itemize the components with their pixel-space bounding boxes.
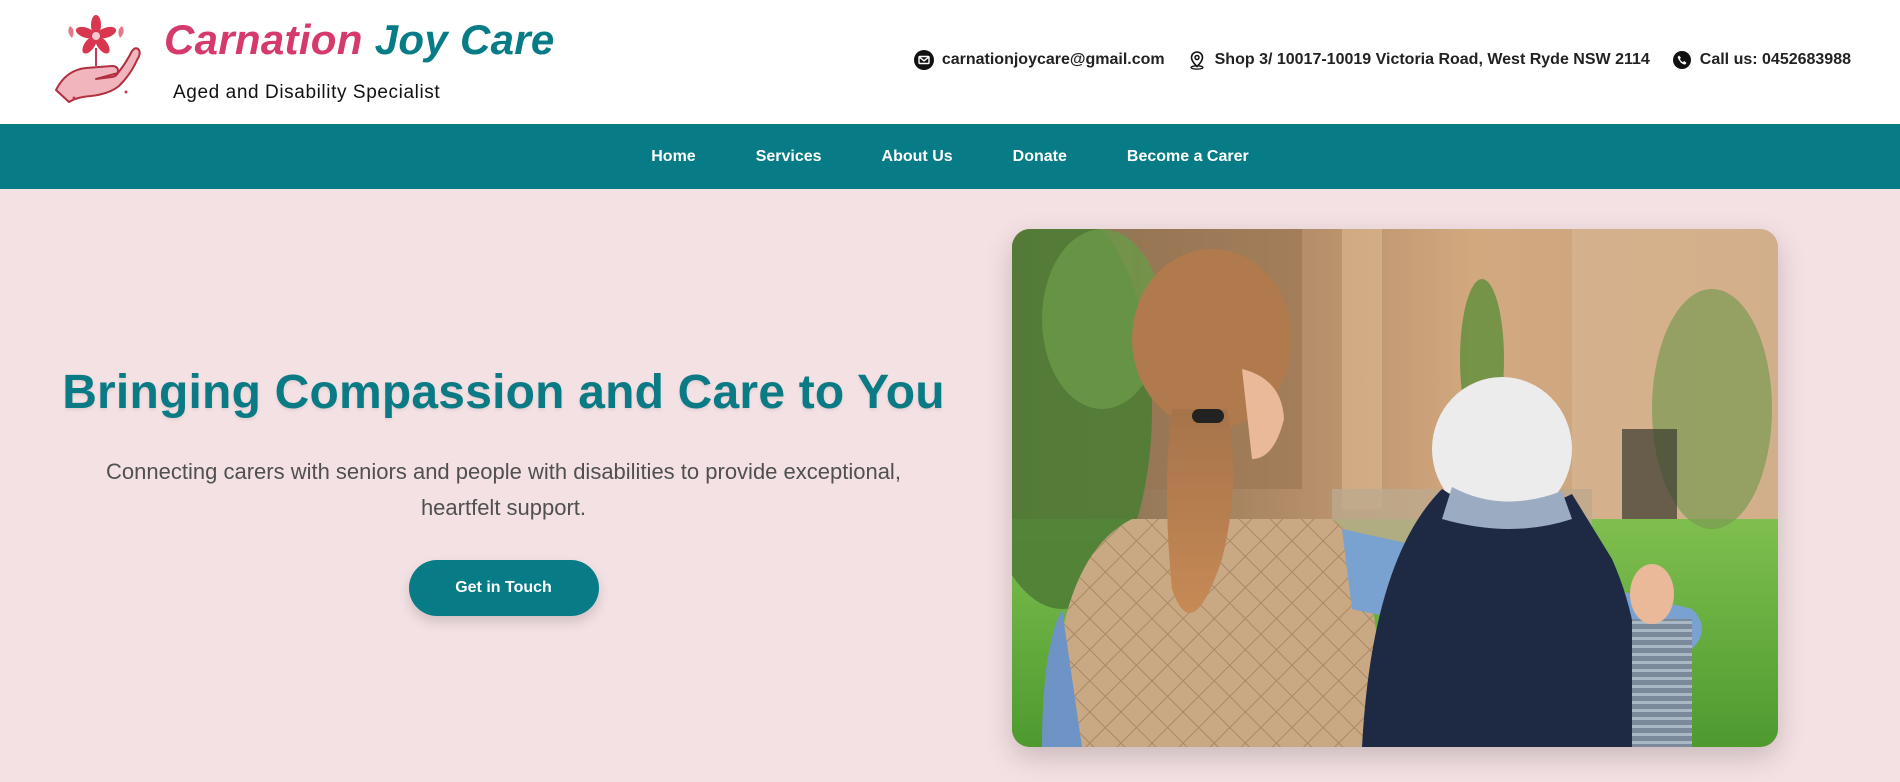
map-pin-icon xyxy=(1187,50,1207,70)
nav-item-about-us[interactable]: About Us xyxy=(882,142,953,172)
email-contact[interactable]: carnationjoycare@gmail.com xyxy=(913,50,1165,70)
nav-item-home[interactable]: Home xyxy=(651,142,695,172)
hero-text: Bringing Compassion and Care to You Conn… xyxy=(60,365,947,616)
site-header: Carnation Joy Care Aged and Disability S… xyxy=(0,0,1900,124)
tagline: Aged and Disability Specialist xyxy=(173,82,441,103)
envelope-icon xyxy=(913,50,934,70)
brand-name[interactable]: Carnation Joy Care xyxy=(164,16,555,64)
main-nav: Home Services About Us Donate Become a C… xyxy=(0,124,1900,189)
address-contact[interactable]: Shop 3/ 10017-10019 Victoria Road, West … xyxy=(1187,50,1650,70)
phone-contact[interactable]: Call us: 0452683988 xyxy=(1672,50,1851,70)
hero-subtitle: Connecting carers with seniors and peopl… xyxy=(106,459,901,520)
address-text: Shop 3/ 10017-10019 Victoria Road, West … xyxy=(1214,51,1650,68)
carer-with-elderly-person-photo xyxy=(1012,229,1778,747)
hand-holding-flower-icon[interactable] xyxy=(50,12,142,108)
phone-icon xyxy=(1672,50,1692,70)
hero-title: Bringing Compassion and Care to You xyxy=(62,366,945,419)
nav-item-become-a-carer[interactable]: Become a Carer xyxy=(1127,142,1249,172)
phone-text: Call us: 0452683988 xyxy=(1699,51,1851,68)
get-in-touch-button[interactable]: Get in Touch xyxy=(408,560,599,616)
nav-item-services[interactable]: Services xyxy=(756,142,822,172)
contact-info: carnationjoycare@gmail.com Shop 3/ 10017… xyxy=(913,50,1851,70)
email-text: carnationjoycare@gmail.com xyxy=(941,51,1165,68)
nav-item-donate[interactable]: Donate xyxy=(1013,142,1067,172)
brand-name-part2: Joy Care xyxy=(374,16,555,63)
hero-section: Bringing Compassion and Care to You Conn… xyxy=(0,189,1900,782)
brand-name-part1: Carnation xyxy=(164,16,363,63)
